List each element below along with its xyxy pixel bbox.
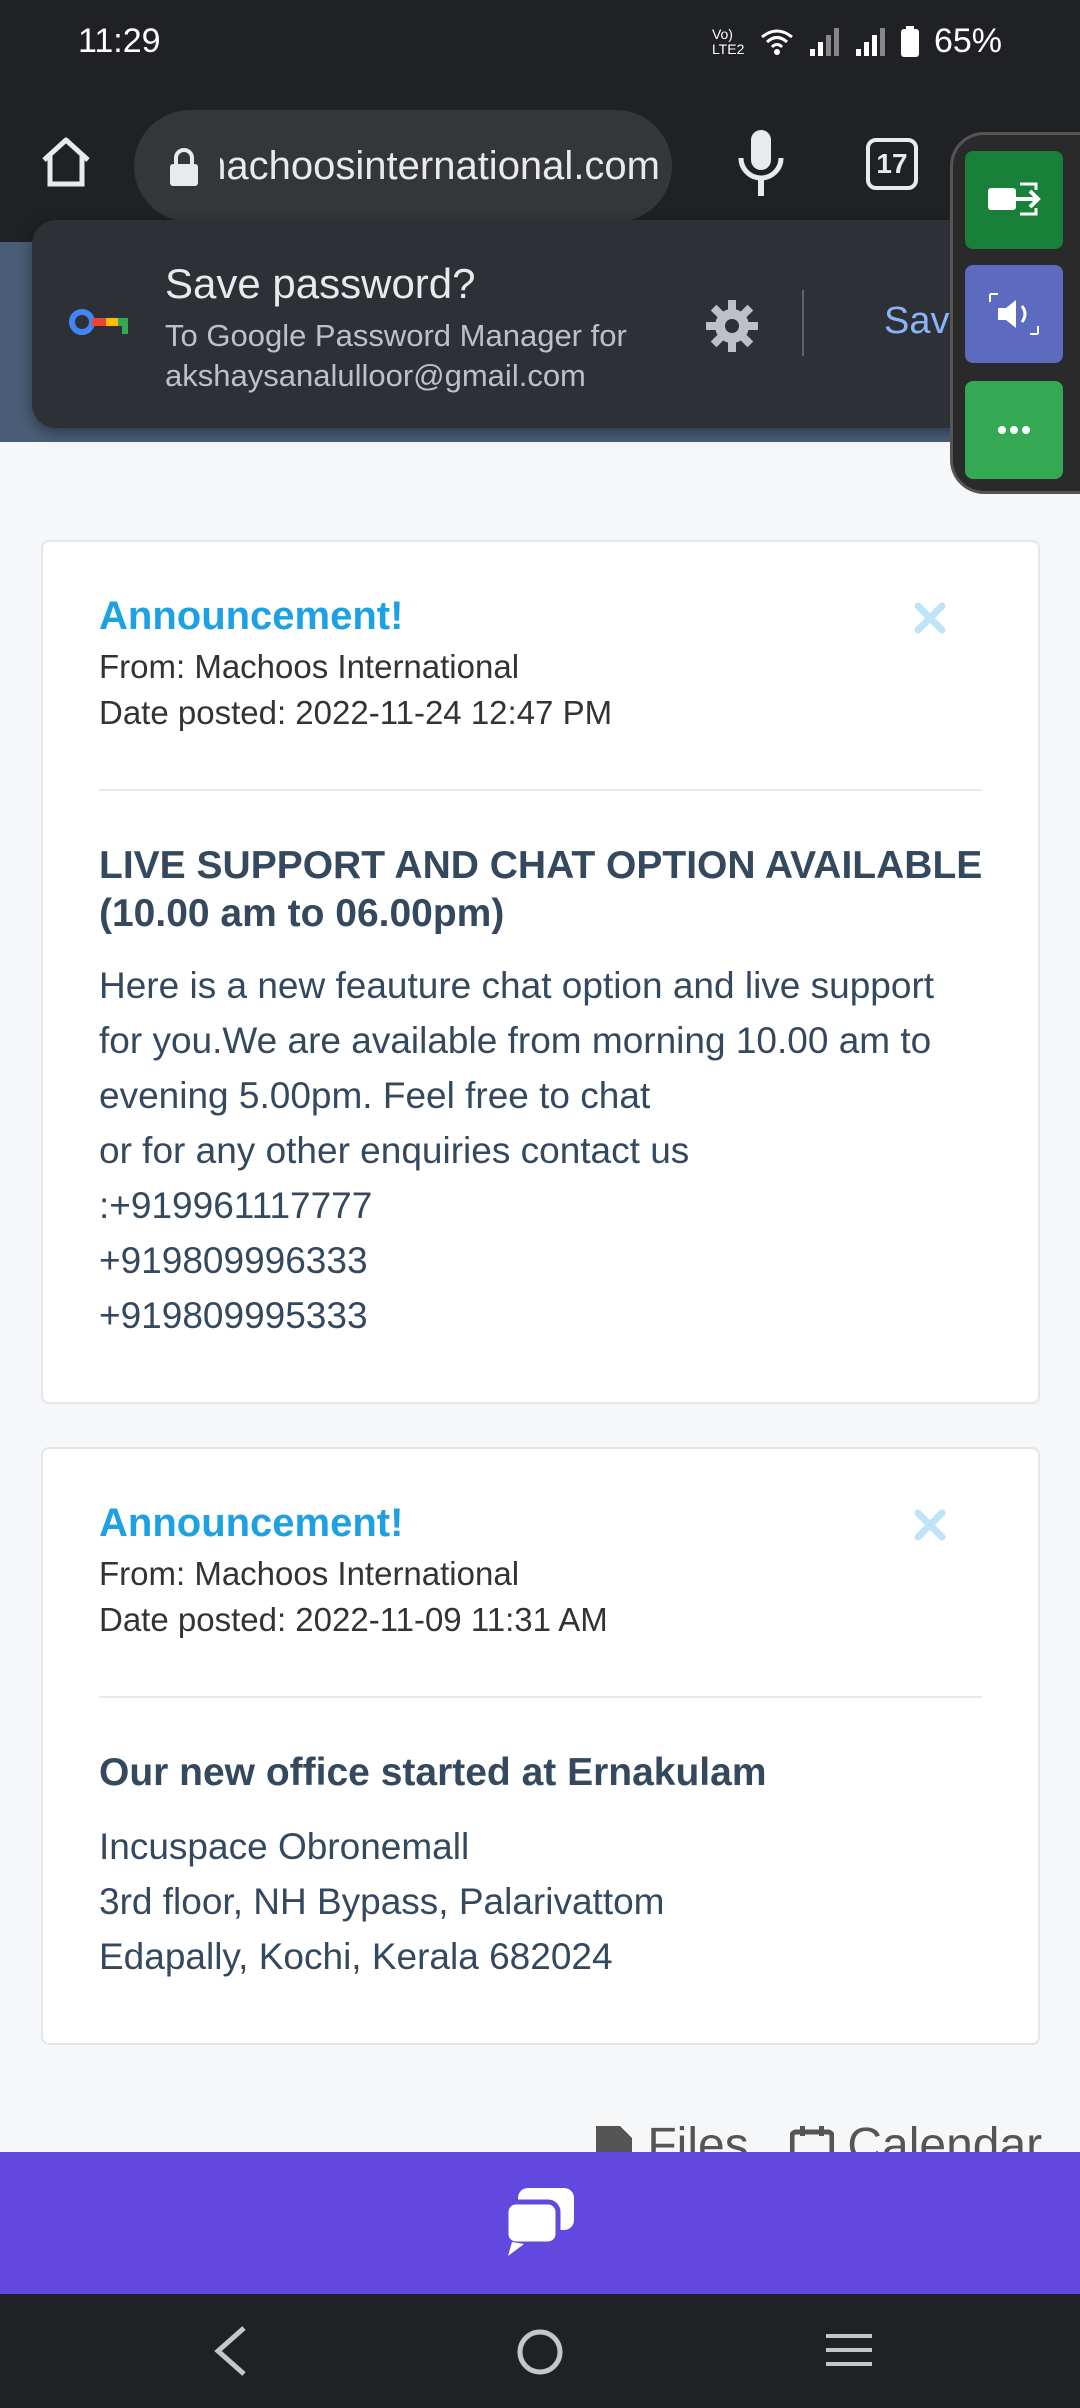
home-icon[interactable] bbox=[36, 132, 96, 192]
url-text[interactable]: machoosinternational.com bbox=[220, 144, 660, 189]
phone-number: :+919961117777 bbox=[99, 1185, 373, 1226]
save-password-title: Save password? bbox=[165, 260, 476, 307]
live-chat-bar[interactable] bbox=[0, 2152, 1080, 2294]
floating-tools-panel bbox=[950, 132, 1080, 494]
announcement-heading: LIVE SUPPORT AND CHAT OPTION AVAILABLE (… bbox=[99, 844, 983, 935]
announcement-body-line: Here is a new feauture chat option and l… bbox=[99, 965, 935, 1006]
announcement-body: Here is a new feauture chat option and l… bbox=[99, 958, 999, 1343]
files-link[interactable]: Files bbox=[594, 2118, 749, 2154]
home-nav-icon[interactable] bbox=[516, 2328, 564, 2376]
phone-number: +919809996333 bbox=[99, 1240, 368, 1281]
key-icon bbox=[69, 309, 128, 335]
phone-number: +919809995333 bbox=[99, 1295, 368, 1336]
save-password-subtitle: To Google Password Manager for akshaysan… bbox=[165, 316, 705, 396]
save-password-manager-text: To Google Password Manager for bbox=[165, 318, 627, 353]
divider bbox=[99, 1696, 982, 1698]
tab-switcher-button[interactable]: 17 bbox=[866, 138, 918, 190]
close-icon[interactable] bbox=[910, 598, 950, 638]
calendar-icon bbox=[789, 2126, 835, 2154]
status-icons: Vo) LTE2 65% bbox=[712, 22, 1002, 61]
more-dots-icon bbox=[998, 426, 1030, 434]
battery-percent: 65% bbox=[933, 22, 1002, 60]
status-time: 11:29 bbox=[78, 22, 161, 60]
network-label-icon: Vo) LTE2 bbox=[711, 25, 745, 57]
files-label: Files bbox=[647, 2119, 749, 2154]
battery-icon bbox=[900, 25, 919, 57]
system-nav-bar bbox=[0, 2294, 1080, 2408]
announcement-card: Announcement! From: Machoos Internationa… bbox=[41, 540, 1040, 1404]
volume-icon bbox=[989, 293, 1039, 335]
announcement-body-line: evening 5.00pm. Feel free to chat bbox=[99, 1075, 651, 1116]
announcement-body-line: or for any other enquiries contact us bbox=[99, 1130, 690, 1171]
calendar-link[interactable]: Calendar bbox=[789, 2118, 1043, 2154]
save-password-prompt: Save password? To Google Password Manage… bbox=[32, 220, 1042, 428]
recent-apps-icon[interactable] bbox=[824, 2330, 874, 2370]
audio-button[interactable] bbox=[965, 265, 1063, 363]
announcement-body-line: Edapally, Kochi, Kerala 682024 bbox=[99, 1936, 613, 1977]
address-bar[interactable]: machoosinternational.com bbox=[134, 110, 672, 222]
announcement-date: Date posted: 2022-11-24 12:47 PM bbox=[99, 694, 613, 731]
close-icon[interactable] bbox=[910, 1505, 950, 1545]
back-icon[interactable] bbox=[210, 2324, 250, 2378]
more-options-button[interactable] bbox=[965, 381, 1063, 479]
calendar-label: Calendar bbox=[847, 2119, 1043, 2154]
announcement-body-line: 3rd floor, NH Bypass, Palarivattom bbox=[99, 1881, 665, 1922]
announcement-from: From: Machoos International bbox=[99, 648, 520, 685]
announcement-title: Announcement! bbox=[99, 1501, 404, 1545]
gear-icon[interactable] bbox=[704, 298, 760, 354]
wifi-icon bbox=[761, 29, 793, 55]
divider bbox=[99, 789, 982, 791]
announcement-date: Date posted: 2022-11-09 11:31 AM bbox=[99, 1601, 608, 1638]
file-icon bbox=[596, 2126, 632, 2154]
cast-icon bbox=[988, 182, 1041, 216]
signal-icon-1 bbox=[809, 27, 839, 56]
announcement-card: Announcement! From: Machoos Internationa… bbox=[41, 1447, 1040, 2045]
announcement-title: Announcement! bbox=[99, 594, 404, 638]
announcement-heading: Our new office started at Ernakulam bbox=[99, 1751, 767, 1794]
status-bar: 11:29 Vo) LTE2 65% bbox=[0, 0, 1080, 92]
chat-icon[interactable] bbox=[502, 2186, 578, 2258]
announcement-from: From: Machoos International bbox=[99, 1555, 520, 1592]
screen-share-button[interactable] bbox=[965, 151, 1063, 249]
mic-icon[interactable] bbox=[736, 128, 786, 200]
announcement-body: Incuspace Obronemall 3rd floor, NH Bypas… bbox=[99, 1819, 999, 1984]
footer-links: Files Calendar bbox=[590, 2118, 1050, 2154]
save-password-account: akshaysanalulloor@gmail.com bbox=[165, 358, 586, 393]
announcement-body-line: for you.We are available from morning 10… bbox=[99, 1020, 932, 1061]
announcement-body-line: Incuspace Obronemall bbox=[99, 1826, 470, 1867]
divider bbox=[802, 290, 804, 356]
lock-icon[interactable] bbox=[168, 148, 200, 186]
signal-icon-2 bbox=[855, 27, 885, 56]
